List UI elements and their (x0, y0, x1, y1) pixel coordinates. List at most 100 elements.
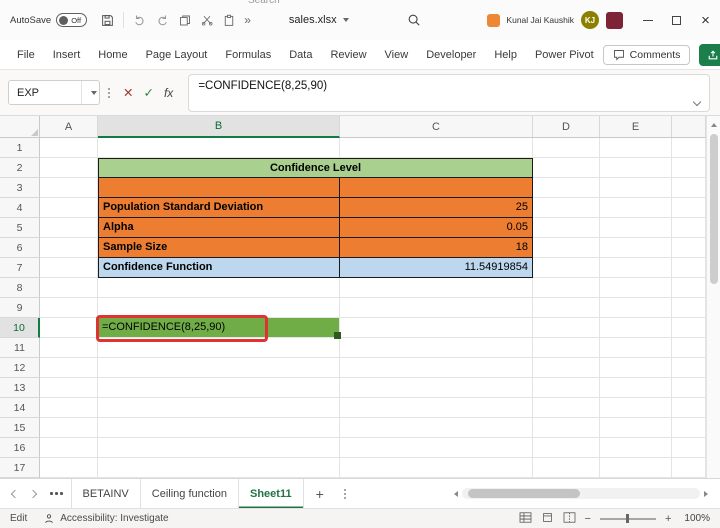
comments-button[interactable]: Comments (602, 44, 691, 65)
cell-F6[interactable] (672, 238, 706, 258)
paste-icon[interactable] (223, 14, 235, 27)
column-header-e[interactable]: E (600, 116, 672, 138)
accessibility-icon[interactable] (43, 513, 55, 525)
scroll-right-icon[interactable] (700, 490, 712, 497)
cell-E5[interactable] (600, 218, 672, 238)
cell-E11[interactable] (600, 338, 672, 358)
formula-bar-handle[interactable] (108, 87, 110, 98)
row-header-17[interactable]: 17 (0, 458, 40, 478)
sheet-tab-sheet11[interactable]: Sheet11 (237, 478, 304, 509)
redo-icon[interactable] (156, 14, 169, 26)
cell-A17[interactable] (40, 458, 98, 478)
cell-F7[interactable] (672, 258, 706, 278)
ribbon-tab-home[interactable]: Home (89, 40, 136, 70)
cell-E6[interactable] (600, 238, 672, 258)
cell-E1[interactable] (600, 138, 672, 158)
row-header-12[interactable]: 12 (0, 358, 40, 378)
zoom-level[interactable]: 100% (684, 513, 710, 524)
cell-B14[interactable] (98, 398, 340, 418)
ribbon-tab-data[interactable]: Data (280, 40, 321, 70)
minimize-button[interactable] (633, 0, 662, 40)
cell-E14[interactable] (600, 398, 672, 418)
cell-F17[interactable] (672, 458, 706, 478)
search-icon[interactable] (407, 13, 421, 27)
cell-F2[interactable] (672, 158, 706, 178)
cell-B10[interactable]: =CONFIDENCE(8,25,90) (98, 318, 340, 338)
cell-C8[interactable] (340, 278, 533, 298)
formula-bar-expand-icon[interactable] (692, 97, 702, 106)
cell-F1[interactable] (672, 138, 706, 158)
vertical-scroll-thumb[interactable] (709, 134, 718, 284)
cell-B6[interactable]: Sample Size (98, 238, 340, 258)
all-sheets-icon[interactable] (50, 492, 63, 495)
row-header-11[interactable]: 11 (0, 338, 40, 358)
cell-F12[interactable] (672, 358, 706, 378)
cell-A4[interactable] (40, 198, 98, 218)
formula-input[interactable]: =CONFIDENCE(8,25,90) (188, 73, 710, 112)
cell-E12[interactable] (600, 358, 672, 378)
cell-F16[interactable] (672, 438, 706, 458)
insert-function-button[interactable]: fx (164, 86, 173, 100)
cell-A15[interactable] (40, 418, 98, 438)
cell-A8[interactable] (40, 278, 98, 298)
row-header-3[interactable]: 3 (0, 178, 40, 198)
column-header-b[interactable]: B (98, 116, 340, 138)
cell-B9[interactable] (98, 298, 340, 318)
sheet-nav-right-icon[interactable] (24, 489, 42, 498)
avatar[interactable]: KJ (581, 11, 599, 29)
cell-F15[interactable] (672, 418, 706, 438)
cell-C14[interactable] (340, 398, 533, 418)
cell-F13[interactable] (672, 378, 706, 398)
cell-A14[interactable] (40, 398, 98, 418)
cell-C4[interactable]: 25 (340, 198, 533, 218)
ribbon-tab-view[interactable]: View (376, 40, 418, 70)
ribbon-tab-help[interactable]: Help (485, 40, 526, 70)
cell-C16[interactable] (340, 438, 533, 458)
horizontal-scroll-track[interactable] (462, 488, 700, 499)
save-icon[interactable] (101, 14, 114, 27)
column-header-a[interactable]: A (40, 116, 98, 138)
user-name[interactable]: Kunal Jai Kaushik (506, 15, 574, 25)
cell-C3[interactable] (340, 178, 533, 198)
cell-F8[interactable] (672, 278, 706, 298)
scroll-left-icon[interactable] (450, 490, 462, 497)
cell-C11[interactable] (340, 338, 533, 358)
cell-F5[interactable] (672, 218, 706, 238)
cell-D6[interactable] (533, 238, 600, 258)
row-header-13[interactable]: 13 (0, 378, 40, 398)
cell-D8[interactable] (533, 278, 600, 298)
cell-F11[interactable] (672, 338, 706, 358)
cell-B2[interactable]: Confidence Level (98, 158, 533, 178)
cell-F4[interactable] (672, 198, 706, 218)
cell-A13[interactable] (40, 378, 98, 398)
cell-D15[interactable] (533, 418, 600, 438)
cell-F9[interactable] (672, 298, 706, 318)
cell-D1[interactable] (533, 138, 600, 158)
cell-C5[interactable]: 0.05 (340, 218, 533, 238)
cell-F14[interactable] (672, 398, 706, 418)
cell-C12[interactable] (340, 358, 533, 378)
cell-A11[interactable] (40, 338, 98, 358)
row-header-6[interactable]: 6 (0, 238, 40, 258)
accessibility-status[interactable]: Accessibility: Investigate (60, 513, 168, 524)
undo-icon[interactable] (133, 14, 146, 26)
sheet-nav-left-icon[interactable] (6, 489, 24, 498)
close-button[interactable]: × (691, 0, 720, 40)
name-box-dropdown[interactable] (81, 81, 99, 104)
cell-E8[interactable] (600, 278, 672, 298)
page-layout-view-icon[interactable] (541, 512, 554, 526)
column-header-d[interactable]: D (533, 116, 600, 138)
maximize-button[interactable] (662, 0, 691, 40)
row-header-14[interactable]: 14 (0, 398, 40, 418)
ribbon-tab-file[interactable]: File (8, 40, 44, 70)
page-break-view-icon[interactable] (563, 511, 576, 526)
cell-C10[interactable] (340, 318, 533, 338)
normal-view-icon[interactable] (519, 511, 532, 526)
row-header-1[interactable]: 1 (0, 138, 40, 158)
cell-B13[interactable] (98, 378, 340, 398)
row-header-5[interactable]: 5 (0, 218, 40, 238)
cell-D9[interactable] (533, 298, 600, 318)
cell-E16[interactable] (600, 438, 672, 458)
cell-D16[interactable] (533, 438, 600, 458)
cell-A12[interactable] (40, 358, 98, 378)
